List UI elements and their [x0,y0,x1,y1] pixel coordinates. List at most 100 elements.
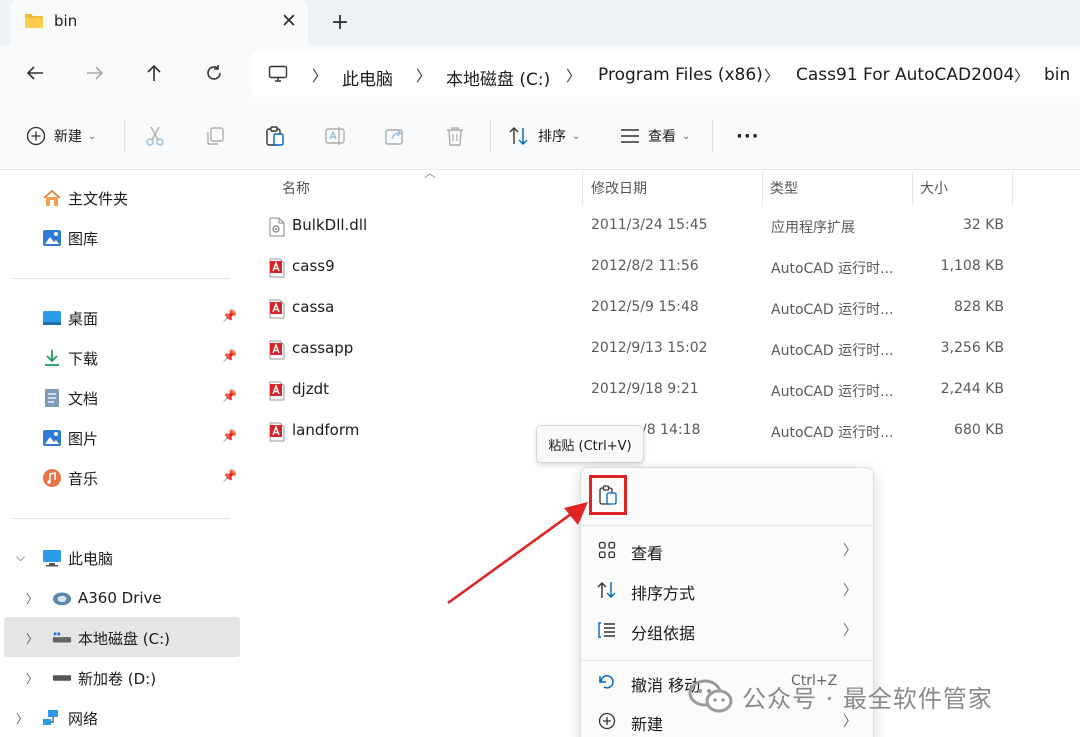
file-date: 2011/3/24 15:45 [591,217,708,233]
new-tab-button[interactable]: + [326,8,354,36]
clipboard-icon [599,485,617,505]
sidebar-item-network[interactable]: 网络 [42,701,98,735]
breadcrumb-program-files[interactable]: Program Files (x86) [598,65,763,85]
column-divider[interactable] [1012,172,1013,206]
watermark: 公众号 · 最全软件管家 [688,676,1058,716]
sidebar-item-label: 图片 [68,429,99,448]
sidebar-item-home[interactable]: 主文件夹 [42,181,128,215]
rename-button[interactable] [324,121,346,151]
autocad-file-icon [269,258,285,278]
sidebar-item-drive-d[interactable]: 新加卷 (D:) [52,661,156,695]
breadcrumb-cass91[interactable]: Cass91 For AutoCAD2004 [796,65,1014,85]
sort-button[interactable]: 排序 ⌄ [508,121,580,151]
this-pc-icon [42,548,62,568]
address-bar[interactable]: 〉 此电脑 〉 本地磁盘 (C:) 〉 Program Files (x86) … [252,51,1080,97]
gallery-icon [42,228,62,248]
file-name: landform [292,421,360,439]
pin-icon[interactable]: 📌 [222,389,237,403]
sidebar-item-this-pc[interactable]: 此电脑 [42,541,113,575]
share-button[interactable] [384,121,406,151]
file-size: 32 KB [962,217,1004,233]
file-size: 828 KB [954,299,1004,315]
chevron-right-icon[interactable]: 〉 [26,590,38,607]
copy-icon [207,127,224,145]
pictures-icon [42,428,62,448]
column-header-name[interactable]: 名称 [282,178,310,198]
chevron-right-icon[interactable]: 〉 [26,670,38,687]
dll-file-icon [269,217,285,237]
share-icon [385,129,403,145]
file-row[interactable]: cassa 2012/5/9 15:48 AutoCAD 运行时... 828 … [244,290,1080,331]
file-row[interactable]: landform /8 14:18 AutoCAD 运行时... 680 KB [244,413,1080,454]
file-row[interactable]: BulkDll.dll 2011/3/24 15:45 应用程序扩展 32 KB [244,208,1080,249]
navigation-bar: 〉 此电脑 〉 本地磁盘 (C:) 〉 Program Files (x86) … [0,45,1080,101]
arrow-up-icon [147,64,161,81]
column-divider[interactable] [582,172,583,206]
column-divider[interactable] [762,172,763,206]
context-menu-divider [581,660,873,661]
watermark-text: 公众号 · 最全软件管家 [742,684,993,713]
file-row[interactable]: cass9 2012/8/2 11:56 AutoCAD 运行时... 1,10… [244,249,1080,290]
breadcrumb-bin[interactable]: bin [1044,65,1070,85]
paste-button[interactable] [264,121,286,151]
copy-button[interactable] [204,121,226,151]
back-button[interactable] [20,58,50,88]
navigation-pane: 主文件夹 图库 桌面 📌 下载 📌 文档 📌 图片 📌 音乐 📌 ⌵ 此电脑 〉… [0,170,244,737]
desktop-icon [42,308,62,328]
chevron-right-icon: 〉 [312,67,328,85]
column-divider[interactable] [912,172,913,206]
chevron-right-icon[interactable]: 〉 [16,710,28,727]
more-options-button[interactable]: ··· [736,121,760,151]
breadcrumb-this-pc[interactable]: 此电脑 [342,65,393,90]
chevron-right-icon: 〉 [764,67,780,85]
delete-button[interactable] [444,121,466,151]
disk-icon [52,628,72,648]
refresh-button[interactable] [199,58,229,88]
sidebar-item-downloads[interactable]: 下载 [42,341,98,375]
sort-icon [509,127,528,145]
context-item-sort-by[interactable]: 排序方式 〉 [581,570,873,610]
sidebar-item-documents[interactable]: 文档 [42,381,98,415]
paste-tooltip: 粘贴 (Ctrl+V) [536,425,644,463]
folder-icon [25,14,43,28]
tab-bin[interactable]: bin ✕ [10,0,308,45]
sidebar-item-label: 新加卷 (D:) [78,669,157,688]
scissors-icon [146,126,164,146]
column-header-date[interactable]: 修改日期 [591,178,647,198]
context-item-view[interactable]: 查看 〉 [581,530,873,570]
file-name: djzdt [292,380,329,398]
chevron-down-icon[interactable]: ⌵ [16,550,25,565]
sidebar-item-pictures[interactable]: 图片 [42,421,98,455]
file-row[interactable]: djzdt 2012/9/18 9:21 AutoCAD 运行时... 2,24… [244,372,1080,413]
column-header-size[interactable]: 大小 [920,178,948,198]
new-button[interactable]: 新建 ⌄ [26,121,96,151]
chevron-right-icon: 〉 [843,623,857,639]
chevron-down-icon: ⌄ [572,130,581,142]
up-button[interactable] [139,58,169,88]
download-icon [42,348,62,368]
cut-button[interactable] [144,121,166,151]
breadcrumb-drive-c[interactable]: 本地磁盘 (C:) [446,65,550,90]
sidebar-item-music[interactable]: 音乐 [42,461,98,495]
sidebar-item-desktop[interactable]: 桌面 [42,301,98,335]
close-tab-icon[interactable]: ✕ [276,8,302,34]
sidebar-item-gallery[interactable]: 图库 [42,221,98,255]
pin-icon[interactable]: 📌 [222,309,237,323]
sort-ascending-icon: ︿ [424,166,437,180]
forward-button[interactable] [80,58,110,88]
context-item-group-by[interactable]: 分组依据 〉 [581,610,873,650]
column-header-type[interactable]: 类型 [770,178,798,198]
chevron-right-icon[interactable]: 〉 [26,630,38,647]
plus-circle-icon [26,126,46,146]
pin-icon[interactable]: 📌 [222,349,237,363]
autocad-file-icon [269,422,285,442]
view-button[interactable]: 查看 ⌄ [620,121,690,151]
file-row[interactable]: cassapp 2012/9/13 15:02 AutoCAD 运行时... 3… [244,331,1080,372]
pin-icon[interactable]: 📌 [222,469,237,483]
sidebar-item-a360-drive[interactable]: A360 Drive [52,581,162,615]
plus-circle-icon [597,711,617,731]
file-date: 2012/8/2 11:56 [591,258,699,274]
pin-icon[interactable]: 📌 [222,429,237,443]
sidebar-item-drive-c[interactable]: 本地磁盘 (C:) [52,621,170,655]
trash-icon [447,127,463,146]
